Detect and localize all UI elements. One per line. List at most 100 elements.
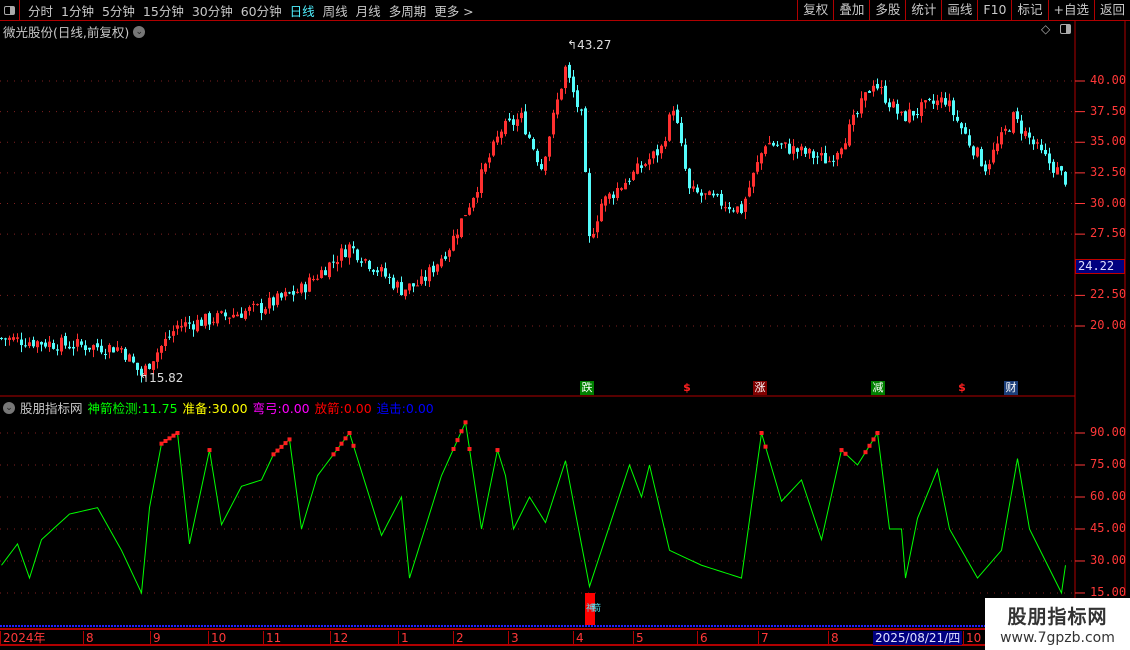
candle-body (668, 114, 671, 141)
candle-body (56, 349, 59, 351)
candle-body (412, 283, 415, 287)
candle-body (500, 131, 503, 138)
candle-body (856, 113, 859, 115)
candle-body (100, 345, 103, 353)
candle-body (356, 249, 359, 261)
candle-body (152, 361, 155, 370)
candle-body (256, 304, 259, 306)
candle-body (940, 97, 943, 103)
event-marker[interactable]: 减 (871, 381, 885, 395)
date-label: 12 (330, 631, 348, 645)
candle-body (732, 210, 735, 212)
candle-body (724, 207, 727, 209)
candle-body (796, 148, 799, 152)
signal-dot (275, 448, 280, 453)
candle-body (956, 116, 959, 121)
candle-body (564, 66, 567, 89)
candle-body (352, 246, 355, 249)
candle-body (268, 297, 271, 309)
signal-dot (839, 448, 844, 453)
signal-dot (843, 451, 848, 456)
candle-body (312, 279, 315, 281)
candle-body (684, 144, 687, 169)
event-marker[interactable]: 涨 (753, 381, 767, 395)
event-marker[interactable]: 财 (1004, 381, 1018, 395)
candle-body (476, 192, 479, 198)
candle-body (332, 261, 335, 263)
signal-dot (159, 441, 164, 446)
chart-canvas[interactable] (0, 0, 1130, 650)
signal-dot (279, 444, 284, 449)
candle-body (568, 64, 571, 78)
date-axis: 2025/08/21/四 2024年 8 9 10 11 12 1 2 3 4 5 6 7 8 10 (0, 628, 985, 646)
candle-body (600, 203, 603, 222)
event-marker[interactable]: $ (680, 381, 694, 395)
candle-body (308, 277, 311, 292)
candle-body (860, 98, 863, 114)
indicator-tick-label: 30.00 (1090, 552, 1127, 567)
indicator-item-label: 准备: (182, 401, 212, 416)
candle-body (112, 347, 115, 353)
candle-body (836, 152, 839, 160)
candle-body (92, 345, 95, 350)
candle-body (168, 336, 171, 338)
candle-body (40, 341, 43, 345)
candle-body (628, 180, 631, 182)
event-marker[interactable]: $ (955, 381, 969, 395)
candle-body (704, 193, 707, 195)
candle-body (420, 276, 423, 284)
candle-body (1052, 161, 1055, 173)
candle-body (132, 356, 135, 363)
chevron-down-icon[interactable]: ⌄ (3, 401, 15, 414)
event-marker[interactable]: 跌 (580, 381, 594, 395)
watermark: 股朋指标网 www.7gpzb.com (985, 598, 1130, 650)
indicator-item: 放箭:0.00 (315, 398, 372, 417)
signal-dot (335, 446, 340, 451)
candle-body (0, 337, 3, 339)
candle-body (900, 111, 903, 113)
candle-body (304, 284, 307, 293)
candle-body (444, 256, 447, 259)
candle-body (324, 270, 327, 276)
candle-body (376, 270, 379, 273)
candle-body (272, 297, 275, 306)
signal-dot (167, 436, 172, 441)
current-price-tag: 24.22 (1075, 259, 1125, 274)
candle-body (436, 264, 439, 272)
candle-body (84, 345, 87, 351)
signal-dot (351, 443, 356, 448)
candle-body (620, 188, 623, 190)
candle-body (188, 322, 191, 324)
indicator-item-value: 0.00 (405, 401, 434, 416)
candle-body (76, 339, 79, 347)
candle-body (96, 343, 99, 348)
candle-body (400, 282, 403, 296)
candle-body (844, 143, 847, 150)
candle-body (432, 265, 435, 273)
candle-body (1028, 132, 1031, 138)
candle-body (428, 267, 431, 282)
candle-body (648, 159, 651, 165)
candle-body (424, 276, 427, 281)
indicator-tick-label: 75.00 (1090, 456, 1127, 471)
date-label: 4 (573, 631, 584, 645)
candle-body (264, 309, 267, 314)
candle-body (452, 235, 455, 251)
candle-body (752, 172, 755, 187)
price-tick-label: 27.50 (1090, 226, 1127, 241)
candle-body (484, 163, 487, 172)
candle-body (504, 120, 507, 135)
candle-body (764, 146, 767, 154)
candle-body (236, 314, 239, 317)
price-tick-label: 32.50 (1090, 164, 1127, 179)
indicator-name[interactable]: 股朋指标网 (20, 398, 83, 417)
signal-dot (175, 431, 180, 435)
candle-body (728, 206, 731, 210)
candle-body (1032, 139, 1035, 145)
signal-dot (863, 450, 868, 455)
candle-body (848, 124, 851, 146)
indicator-tick-label: 90.00 (1090, 425, 1127, 439)
candle-body (528, 134, 531, 138)
indicator-item: 准备:30.00 (183, 398, 248, 417)
candle-body (512, 119, 515, 125)
